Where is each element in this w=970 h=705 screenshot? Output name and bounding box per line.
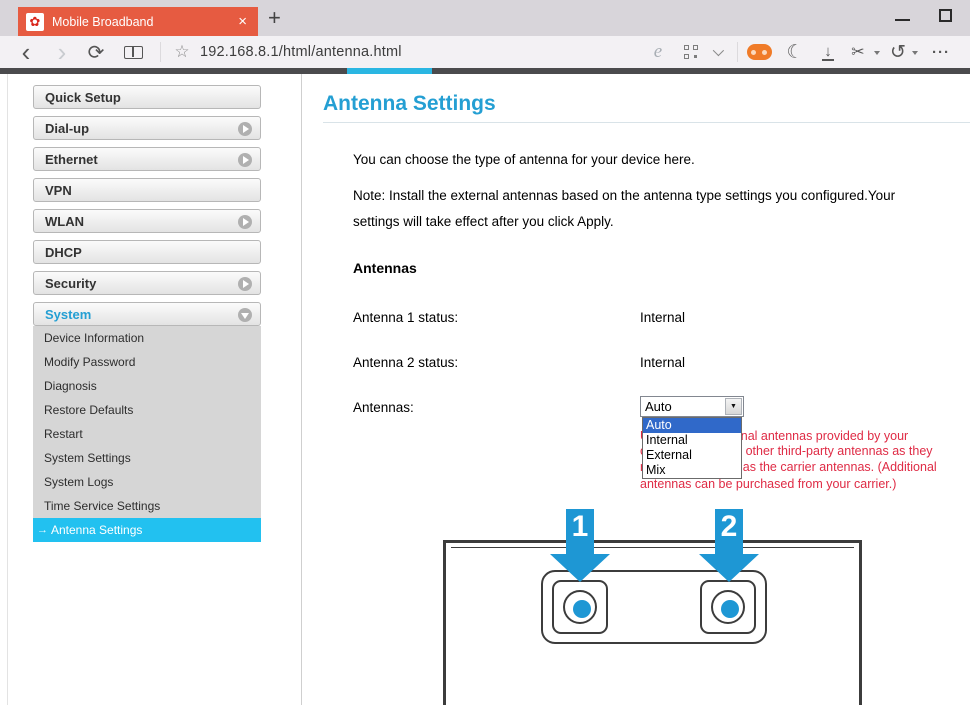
qr-code-icon[interactable] [680, 36, 702, 68]
option-external[interactable]: External [643, 448, 741, 463]
port-dot-icon [721, 600, 739, 618]
option-internal[interactable]: Internal [643, 433, 741, 448]
night-mode-icon[interactable]: ☾ [782, 36, 808, 68]
arrow-label-1: 1 [571, 510, 589, 543]
select-dropdown-button-icon[interactable]: ▼ [725, 398, 742, 415]
antennas-select[interactable]: Auto ▼ [640, 396, 744, 417]
port-dot-icon [573, 600, 591, 618]
warning-text-line4: antennas can be purchased from your carr… [640, 477, 897, 491]
antenna2-status-value: Internal [640, 355, 686, 370]
device-outline-top-inner [451, 547, 854, 548]
main-content: Antenna Settings You can choose the type… [0, 74, 970, 705]
option-mix[interactable]: Mix [643, 463, 741, 478]
favorites-star-icon[interactable]: ☆ [170, 36, 194, 68]
refresh-icon[interactable]: ⟳ [82, 36, 110, 68]
back-button-icon[interactable]: ‹ [12, 36, 40, 68]
scissors-dropdown-caret-icon[interactable] [874, 51, 880, 55]
undo-dropdown-caret-icon[interactable] [912, 51, 918, 55]
device-outline-right [859, 540, 862, 705]
tab-title: Mobile Broadband [52, 14, 154, 29]
antenna1-status-value: Internal [640, 310, 686, 325]
game-center-icon[interactable] [744, 36, 774, 68]
maximize-button[interactable] [936, 6, 956, 26]
undo-icon[interactable]: ↺ [886, 36, 910, 68]
antennas-section-title: Antennas [353, 260, 417, 276]
arrow-down-2-icon: 2 [699, 509, 759, 582]
ie-compat-icon[interactable]: e [646, 36, 670, 68]
toolbar-separator [737, 42, 738, 62]
browser-tab[interactable]: ✿ Mobile Broadband × [18, 7, 258, 36]
page-title: Antenna Settings [323, 92, 496, 115]
browser-window: ✿ Mobile Broadband × + ‹ › ⟳ ☆ 192.168.8… [0, 0, 970, 705]
note-text-line1: Note: Install the external antennas base… [353, 188, 896, 203]
download-icon[interactable]: ↓ [816, 36, 840, 68]
antennas-dropdown-list: Auto Internal External Mix [642, 417, 742, 479]
menu-ellipsis-icon[interactable]: ··· [926, 36, 956, 68]
device-outline-top [443, 540, 862, 543]
antennas-select-label: Antennas: [353, 400, 414, 415]
tab-close-icon[interactable]: × [235, 13, 250, 30]
chevron-down-icon[interactable] [706, 36, 728, 68]
browser-toolbar: ‹ › ⟳ ☆ 192.168.8.1/html/antenna.html e … [0, 36, 970, 68]
option-auto[interactable]: Auto [643, 418, 741, 433]
arrow-down-1-icon: 1 [550, 509, 610, 582]
minimize-button[interactable] [893, 10, 913, 26]
address-bar[interactable]: 192.168.8.1/html/antenna.html [200, 36, 402, 68]
huawei-logo-icon: ✿ [26, 12, 44, 31]
select-value: Auto [645, 399, 672, 414]
screenshot-scissors-icon[interactable]: ✂ [846, 36, 870, 68]
note-text-line2: settings will take effect after you clic… [353, 214, 614, 229]
new-tab-button[interactable]: + [268, 6, 281, 30]
arrow-label-2: 2 [720, 510, 738, 543]
forward-button-icon[interactable]: › [48, 36, 76, 68]
reading-view-icon[interactable] [118, 36, 148, 68]
title-divider [323, 122, 970, 123]
web-page: Quick Setup Dial-up Ethernet VPN WLAN DH… [0, 74, 970, 705]
antenna-port-2 [700, 580, 756, 634]
tab-bar: ✿ Mobile Broadband × + [0, 0, 970, 36]
device-outline-left [443, 540, 446, 705]
toolbar-separator [160, 42, 161, 62]
antenna2-status-label: Antenna 2 status: [353, 355, 459, 370]
antenna-port-1 [552, 580, 608, 634]
intro-text: You can choose the type of antenna for y… [353, 152, 695, 167]
antenna1-status-label: Antenna 1 status: [353, 310, 459, 325]
